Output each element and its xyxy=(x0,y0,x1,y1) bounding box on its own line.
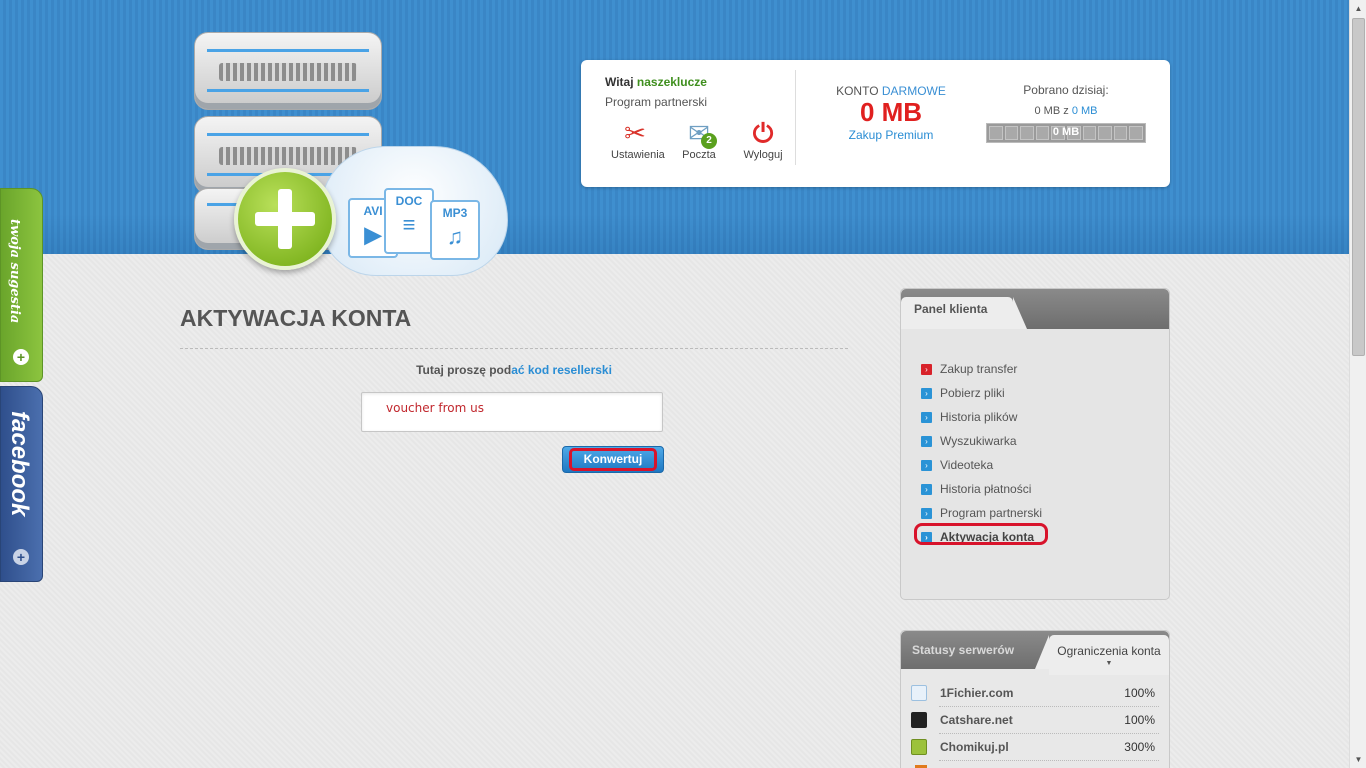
menu-item-partner-program[interactable]: › Program partnerski xyxy=(921,501,1042,525)
account-type-block: KONTO DARMOWE 0 MB Zakup Premium xyxy=(811,84,971,144)
menu-item-download-files[interactable]: › Pobierz pliki xyxy=(921,381,1042,405)
tab-client-panel[interactable]: Panel klienta xyxy=(901,297,1027,329)
client-menu: › Zakup transfer › Pobierz pliki › Historia… xyxy=(921,357,1042,549)
divider xyxy=(795,70,796,165)
catshare-logo-icon xyxy=(911,711,927,728)
page-title: AKTYWACJA KONTA xyxy=(180,305,412,331)
hero-illustration: AVI ▶ DOC ≡ MP3 ♫ xyxy=(188,28,518,288)
voucher-code-input[interactable]: voucher from us xyxy=(361,392,663,432)
mail-button[interactable]: ✉ 2 Poczta xyxy=(675,117,723,161)
arrow-right-icon: › xyxy=(921,531,932,543)
downloaded-today-block: Pobrano dzisiaj: 0 MB z 0 MB 0 MB xyxy=(986,83,1146,143)
welcome-text: Witaj naszeklucze xyxy=(605,75,707,89)
scroll-thumb[interactable] xyxy=(1352,18,1365,356)
arrow-right-icon: › xyxy=(921,363,932,375)
arrow-right-icon: › xyxy=(921,387,932,399)
client-panel: Panel klienta › Zakup transfer › Pobierz p… xyxy=(900,288,1170,600)
page-scrollbar[interactable]: ▲ ▼ xyxy=(1349,0,1366,768)
menu-item-buy-transfer[interactable]: › Zakup transfer xyxy=(921,357,1042,381)
1fichier-logo-icon xyxy=(911,684,927,701)
server-row: 1Fichier.com 100% xyxy=(911,679,1159,706)
arrow-right-icon: › xyxy=(921,435,932,447)
menu-item-account-activation[interactable]: › Aktywacja konta xyxy=(921,525,1042,549)
account-box: Witaj naszeklucze Program partnerski ✂ U… xyxy=(581,60,1170,187)
partner-program-link[interactable]: Program partnerski xyxy=(605,95,707,109)
caret-down-icon: ▼ xyxy=(1105,660,1113,667)
doc-file-icon: DOC ≡ xyxy=(384,188,434,254)
tools-icon: ✂ xyxy=(624,118,646,148)
account-balance: 0 MB xyxy=(859,97,923,127)
tab-account-limits[interactable]: Ograniczenia konta ▼ xyxy=(1035,635,1169,675)
plus-icon: + xyxy=(13,349,29,365)
mail-icon: ✉ 2 xyxy=(675,117,723,149)
server-status-panel: Statusy serwerów Ograniczenia konta ▼ 1F… xyxy=(900,630,1170,768)
server-row: Chomikuj.pl 300% xyxy=(911,733,1159,760)
chomikuj-logo-icon xyxy=(911,738,927,755)
mail-count-badge: 2 xyxy=(701,133,717,149)
reseller-code-hint: Tutaj proszę podać kod resellerski xyxy=(416,363,612,377)
mp3-file-icon: MP3 ♫ xyxy=(430,200,480,260)
menu-item-file-history[interactable]: › Historia plików xyxy=(921,405,1042,429)
arrow-right-icon: › xyxy=(921,411,932,423)
logout-button[interactable]: ⏻ Wyloguj xyxy=(739,117,787,161)
menu-item-videoteka[interactable]: › Videoteka xyxy=(921,453,1042,477)
download-progress-bar: 0 MB xyxy=(986,123,1146,143)
convert-button[interactable]: Konwertuj xyxy=(562,446,664,473)
menu-item-payment-history[interactable]: › Historia płatności xyxy=(921,477,1042,501)
buy-premium-link[interactable]: Zakup Premium xyxy=(849,128,934,142)
arrow-right-icon: › xyxy=(921,459,932,471)
scroll-up-icon[interactable]: ▲ xyxy=(1350,0,1366,17)
plus-icon: + xyxy=(13,549,29,565)
server-unit-icon xyxy=(194,32,382,110)
arrow-right-icon: › xyxy=(921,483,932,495)
server-row: Catshare.net 100% xyxy=(911,706,1159,733)
title-divider xyxy=(180,348,848,349)
reseller-code-link[interactable]: ać kod resellerski xyxy=(511,363,612,377)
account-actions: ✂ Ustawienia ✉ 2 Poczta ⏻ Wyloguj xyxy=(611,117,787,161)
username[interactable]: naszeklucze xyxy=(637,75,707,89)
power-icon: ⏻ xyxy=(752,118,774,148)
menu-item-search[interactable]: › Wyszukiwarka xyxy=(921,429,1042,453)
plus-icon xyxy=(234,168,336,270)
facebook-tab[interactable]: facebook + xyxy=(0,386,43,582)
arrow-right-icon: › xyxy=(921,507,932,519)
scroll-down-icon[interactable]: ▼ xyxy=(1350,751,1366,768)
tab-server-status[interactable]: Statusy serwerów xyxy=(912,643,1014,657)
settings-button[interactable]: ✂ Ustawienia xyxy=(611,117,665,161)
suggestion-tab[interactable]: twoja sugestia + xyxy=(0,188,43,382)
